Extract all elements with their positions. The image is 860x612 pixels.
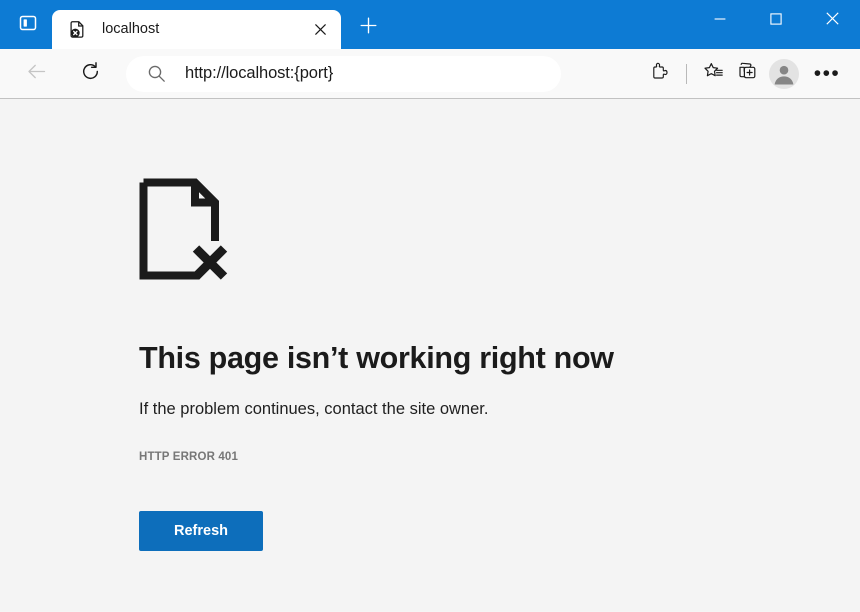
close-window-button[interactable] <box>804 0 860 42</box>
title-bar: localhost <box>0 0 860 49</box>
page-title: This page isn’t working right now <box>139 341 614 375</box>
extensions-puzzle-icon <box>650 61 670 86</box>
favorites-button[interactable] <box>696 57 730 91</box>
settings-more-icon: ••• <box>813 62 841 85</box>
close-icon <box>825 12 839 30</box>
tab-close-button[interactable] <box>307 17 333 43</box>
refresh-button[interactable]: Refresh <box>139 511 263 552</box>
browser-toolbar: http://localhost:{port} ••• <box>0 49 860 99</box>
tab-actions-button[interactable] <box>8 7 48 43</box>
window-controls <box>692 0 860 42</box>
reload-button[interactable] <box>72 56 108 92</box>
maximize-icon <box>770 12 782 30</box>
search-icon <box>147 64 167 84</box>
collections-add-icon <box>737 61 758 87</box>
toolbar-separator <box>686 63 687 84</box>
broken-page-favicon-icon <box>68 20 88 40</box>
tab-actions-icon <box>19 14 37 37</box>
address-bar[interactable]: http://localhost:{port} <box>126 55 561 92</box>
address-bar-url[interactable]: http://localhost:{port} <box>185 65 333 82</box>
profile-button[interactable] <box>764 57 804 91</box>
error-page: This page isn’t working right now If the… <box>0 99 860 611</box>
profile-avatar <box>769 58 799 89</box>
minimize-icon <box>714 12 726 30</box>
arrow-left-icon <box>26 61 47 87</box>
reload-icon <box>80 61 101 87</box>
broken-document-icon <box>139 178 229 284</box>
maximize-button[interactable] <box>748 0 804 42</box>
page-subtitle: If the problem continues, contact the si… <box>139 399 489 418</box>
favorites-star-icon <box>703 61 724 87</box>
new-tab-button[interactable] <box>351 11 385 45</box>
tab-title: localhost <box>102 22 160 37</box>
plus-icon <box>360 17 377 39</box>
settings-and-more-button[interactable]: ••• <box>804 57 850 91</box>
toolbar-right-actions: ••• <box>643 49 860 98</box>
back-button[interactable] <box>18 56 54 92</box>
browser-tab[interactable]: localhost <box>52 10 341 49</box>
minimize-button[interactable] <box>692 0 748 42</box>
collections-button[interactable] <box>730 57 764 91</box>
error-code: HTTP ERROR 401 <box>139 451 239 464</box>
extensions-button[interactable] <box>643 57 677 91</box>
